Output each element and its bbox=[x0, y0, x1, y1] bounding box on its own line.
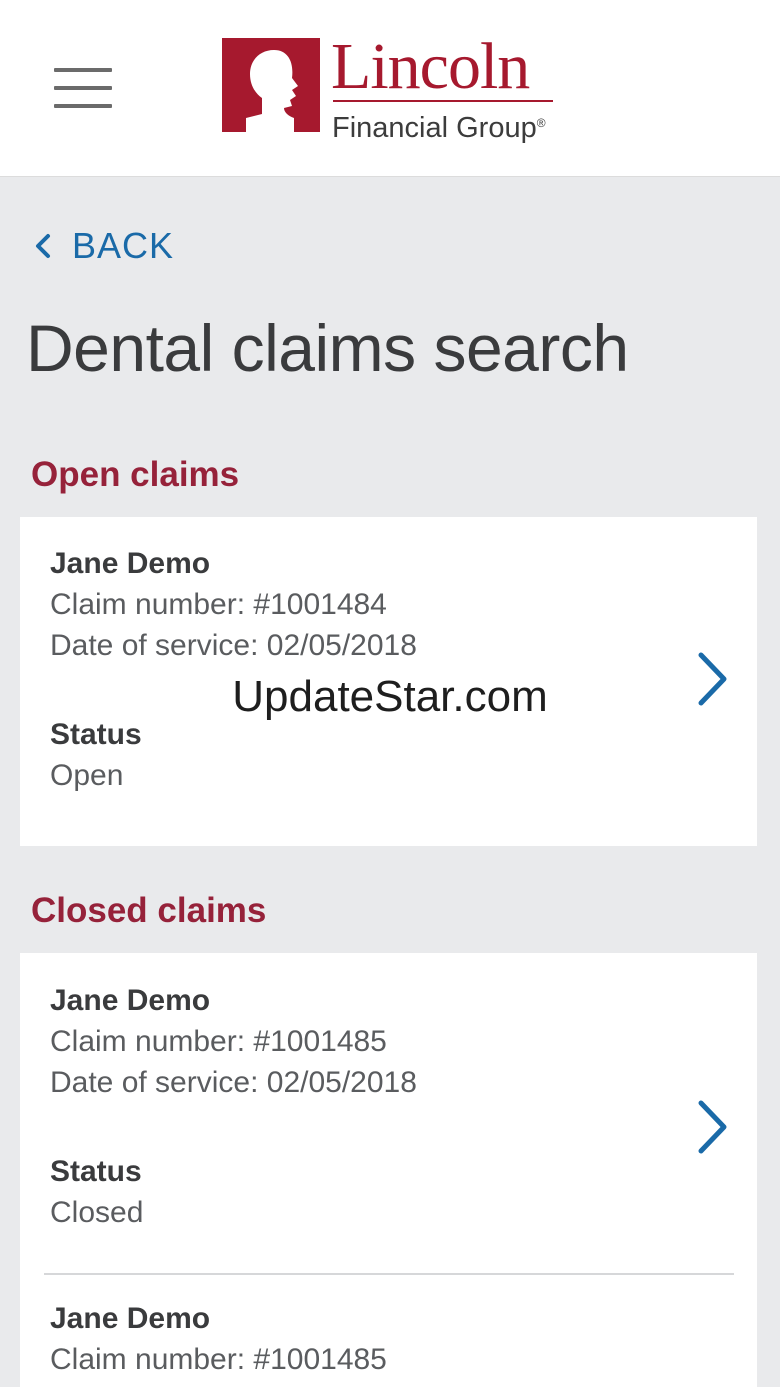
open-claims-card: Jane Demo Claim number: #1001484 Date of… bbox=[20, 517, 757, 846]
claim-item-closed-1[interactable]: Jane Demo Claim number: #1001485 Date of… bbox=[20, 953, 757, 1273]
logo-name-text: Lincoln bbox=[331, 30, 530, 103]
app-header: Lincoln Financial Group® bbox=[0, 0, 780, 177]
date-of-service: Date of service: 02/05/2018 bbox=[50, 1066, 417, 1099]
status-label: Status bbox=[50, 1155, 142, 1188]
date-of-service: Date of service: 02/05/2018 bbox=[50, 629, 417, 662]
hamburger-menu-icon[interactable] bbox=[54, 68, 112, 110]
status-value: Closed bbox=[50, 1196, 144, 1229]
logo-divider bbox=[333, 100, 553, 102]
back-button[interactable]: BACK bbox=[30, 224, 174, 268]
status-label: Status bbox=[50, 718, 142, 751]
open-claims-heading: Open claims bbox=[31, 455, 240, 494]
lincoln-financial-logo[interactable]: Lincoln Financial Group® bbox=[222, 32, 572, 144]
chevron-right-icon[interactable] bbox=[694, 1099, 730, 1155]
claim-item-open-1[interactable]: Jane Demo Claim number: #1001484 Date of… bbox=[20, 517, 757, 846]
claimant-name: Jane Demo bbox=[50, 984, 211, 1017]
claimant-name: Jane Demo bbox=[50, 1302, 211, 1335]
claim-item-closed-2[interactable]: Jane Demo Claim number: #1001485 bbox=[20, 1275, 757, 1387]
registered-mark: ® bbox=[536, 116, 546, 130]
closed-claims-heading: Closed claims bbox=[31, 891, 267, 930]
status-value: Open bbox=[50, 759, 124, 792]
closed-claims-card: Jane Demo Claim number: #1001485 Date of… bbox=[20, 953, 757, 1387]
logo-subtitle-text: Financial Group bbox=[332, 112, 537, 144]
claim-number: Claim number: #1001485 bbox=[50, 1343, 387, 1376]
claimant-name: Jane Demo bbox=[50, 547, 211, 580]
chevron-left-icon bbox=[36, 234, 50, 258]
claim-number: Claim number: #1001484 bbox=[50, 588, 387, 621]
page-title: Dental claims search bbox=[26, 311, 629, 385]
claim-number: Claim number: #1001485 bbox=[50, 1025, 387, 1058]
chevron-right-icon[interactable] bbox=[694, 651, 730, 707]
logo-subtitle: Financial Group® bbox=[332, 106, 546, 145]
back-label: BACK bbox=[72, 225, 175, 266]
lincoln-silhouette-logo-icon bbox=[222, 38, 320, 132]
